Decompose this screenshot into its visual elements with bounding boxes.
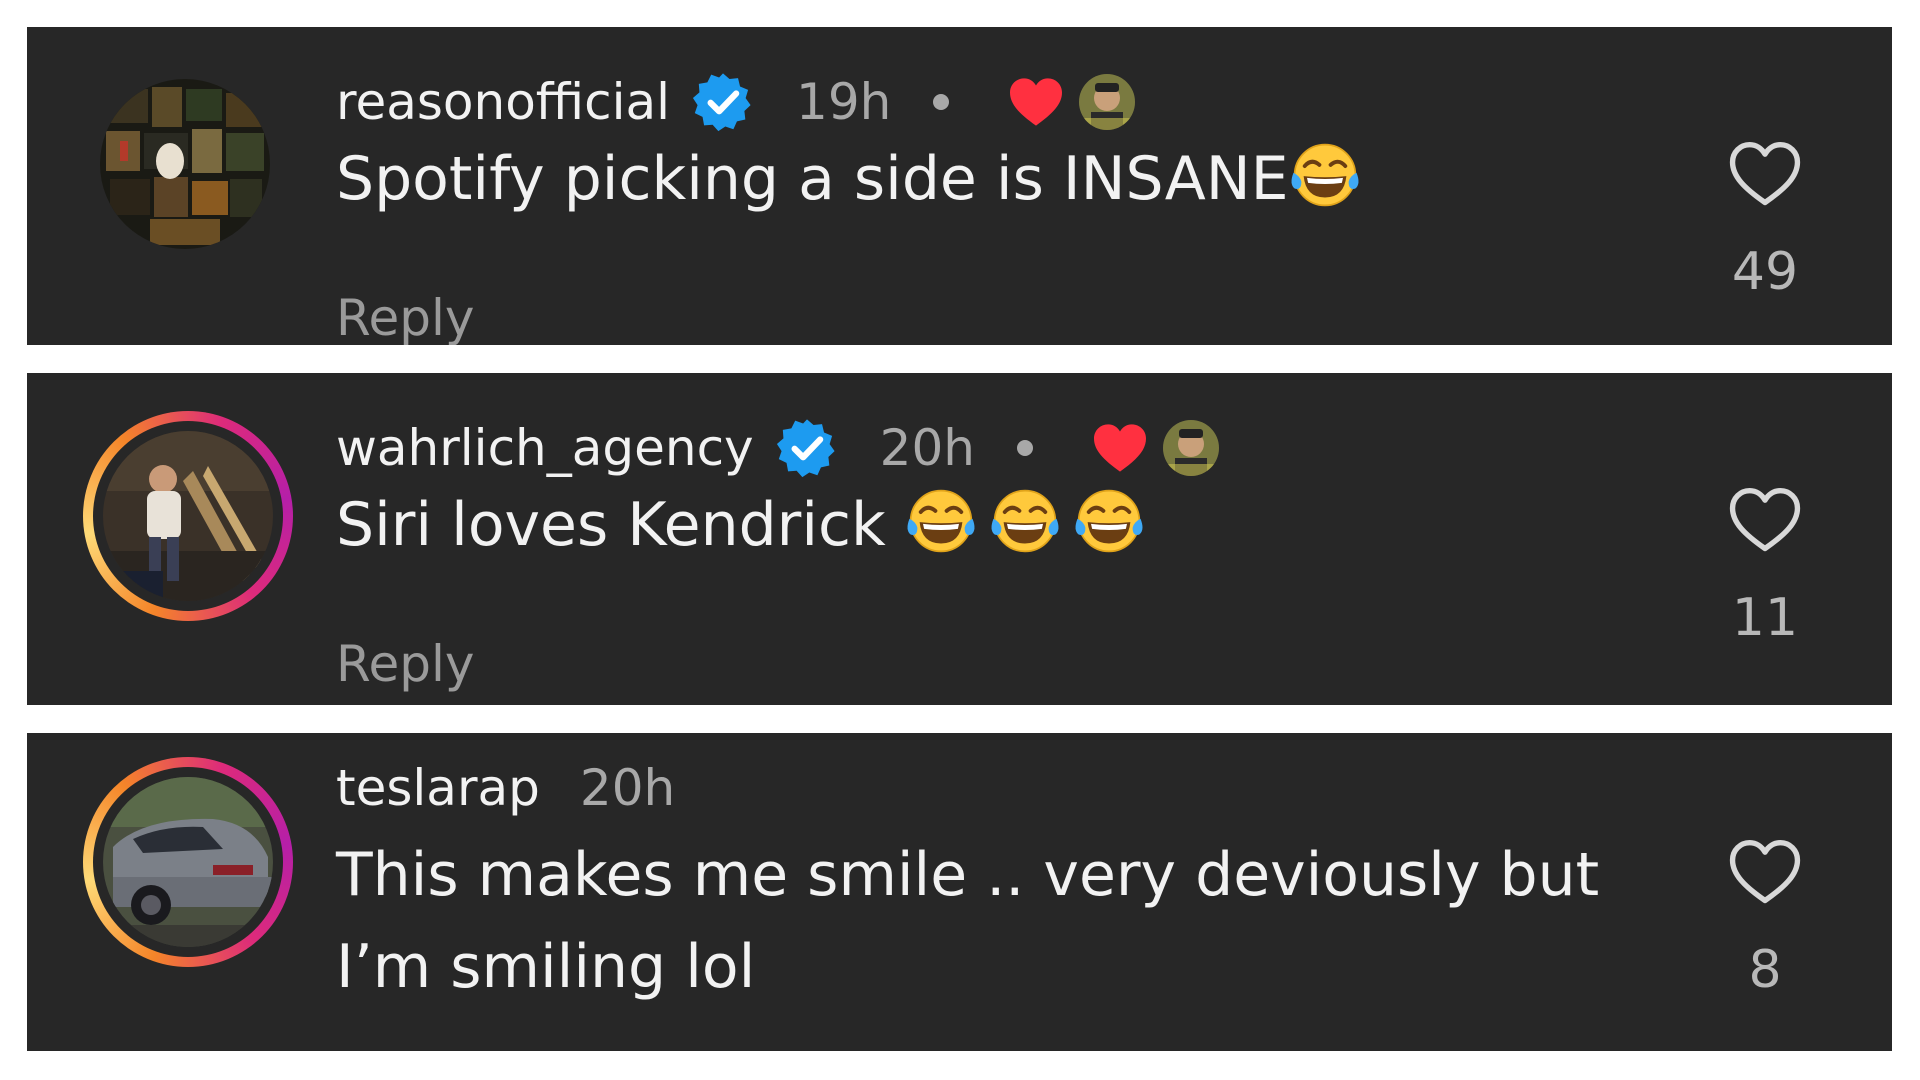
avatar[interactable] xyxy=(100,79,270,249)
heart-outline-icon[interactable] xyxy=(1727,485,1803,555)
like-count: 49 xyxy=(1731,242,1799,302)
reply-button[interactable]: Reply xyxy=(336,629,474,699)
heart-filled-icon xyxy=(1007,76,1065,128)
comments-screenshot: reasonofficial 19h Spotify picking a sid… xyxy=(0,0,1920,1080)
username[interactable]: wahrlich_agency xyxy=(336,413,754,483)
avatar[interactable] xyxy=(83,757,293,967)
verified-badge-icon xyxy=(776,417,838,479)
heart-outline-icon[interactable] xyxy=(1727,837,1803,907)
timestamp: 20h xyxy=(879,419,975,477)
verified-badge-icon xyxy=(692,71,754,133)
separator-dot xyxy=(1016,440,1033,456)
comment-item: wahrlich_agency 20h Siri loves Kendrick … xyxy=(27,373,1892,705)
username[interactable]: reasonofficial xyxy=(336,67,670,137)
heart-filled-icon xyxy=(1091,422,1149,474)
creator-avatar xyxy=(1079,74,1136,130)
like-count: 8 xyxy=(1748,940,1782,1000)
comment-item: reasonofficial 19h Spotify picking a sid… xyxy=(27,27,1892,345)
like-count: 11 xyxy=(1731,588,1799,648)
comment-text-line: I’m smiling lol xyxy=(336,932,756,1002)
comment-text: Spotify picking a side is INSANE xyxy=(336,133,1361,225)
avatar[interactable] xyxy=(83,411,293,621)
creator-avatar xyxy=(1162,420,1219,476)
comment-text: Siri loves Kendrick xyxy=(336,479,1145,571)
heart-outline-icon[interactable] xyxy=(1727,139,1803,209)
comment-text: This makes me smile .. very deviously bu… xyxy=(336,829,1599,1013)
tears-of-joy-emoji-icon xyxy=(905,485,977,557)
tears-of-joy-emoji-icon xyxy=(989,485,1061,557)
comment-text-line: This makes me smile .. very deviously bu… xyxy=(336,840,1600,910)
comment-text-content: Spotify picking a side is INSANE xyxy=(336,144,1289,214)
tears-of-joy-emoji-icon xyxy=(1289,139,1361,211)
timestamp: 19h xyxy=(796,73,892,131)
tears-of-joy-emoji-icon xyxy=(1073,485,1145,557)
timestamp: 20h xyxy=(579,759,676,817)
reply-button[interactable]: Reply xyxy=(336,283,474,345)
username[interactable]: teslarap xyxy=(336,753,540,823)
comment-item: teslarap 20h This makes me smile .. very… xyxy=(27,733,1892,1051)
comment-text-content: Siri loves Kendrick xyxy=(336,490,905,560)
separator-dot xyxy=(933,94,950,110)
